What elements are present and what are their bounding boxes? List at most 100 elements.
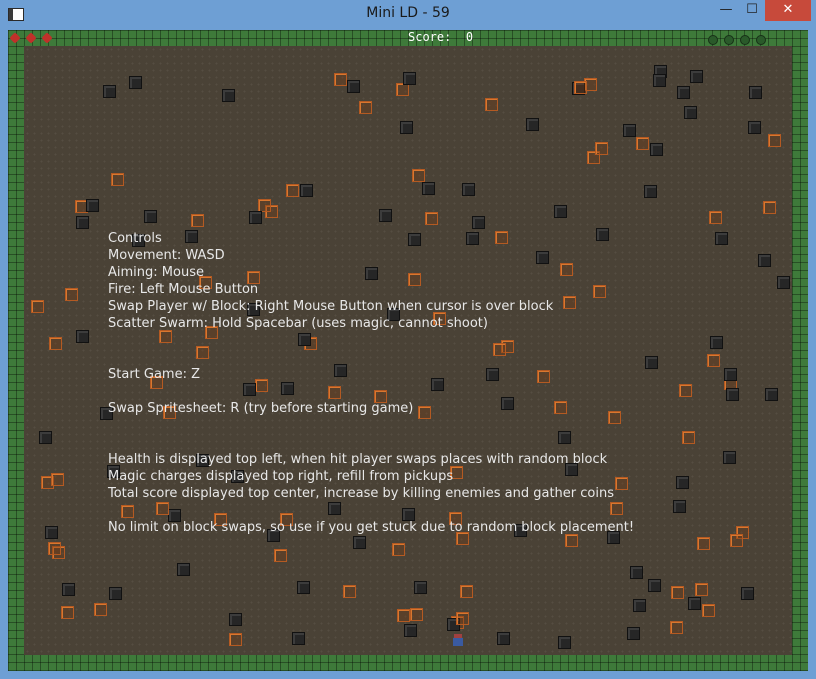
block[interactable] <box>460 585 473 598</box>
block[interactable] <box>404 624 417 637</box>
block[interactable] <box>688 597 701 610</box>
block[interactable] <box>636 137 649 150</box>
block[interactable] <box>274 549 287 562</box>
block[interactable] <box>768 134 781 147</box>
block[interactable] <box>62 583 75 596</box>
block[interactable] <box>229 613 242 626</box>
block[interactable] <box>554 205 567 218</box>
block[interactable] <box>765 388 778 401</box>
block[interactable] <box>763 201 776 214</box>
block[interactable] <box>425 212 438 225</box>
block[interactable] <box>400 121 413 134</box>
block[interactable] <box>676 476 689 489</box>
game-canvas[interactable]: Score: 0 Controls Movement: WASD Aiming: M… <box>8 30 808 671</box>
block[interactable] <box>456 612 469 625</box>
block[interactable] <box>76 330 89 343</box>
block[interactable] <box>741 587 754 600</box>
block[interactable] <box>671 586 684 599</box>
block[interactable] <box>343 585 356 598</box>
block[interactable] <box>627 627 640 640</box>
block[interactable] <box>39 431 52 444</box>
block[interactable] <box>670 621 683 634</box>
block[interactable] <box>574 81 587 94</box>
block[interactable] <box>695 583 708 596</box>
maximize-button[interactable]: ☐ <box>739 0 765 21</box>
block[interactable] <box>353 536 366 549</box>
block[interactable] <box>707 354 720 367</box>
block[interactable] <box>623 124 636 137</box>
block[interactable] <box>697 537 710 550</box>
block[interactable] <box>61 606 74 619</box>
block[interactable] <box>653 74 666 87</box>
block[interactable] <box>526 118 539 131</box>
block[interactable] <box>715 232 728 245</box>
block[interactable] <box>94 603 107 616</box>
block[interactable] <box>103 85 116 98</box>
block[interactable] <box>379 209 392 222</box>
block[interactable] <box>748 121 761 134</box>
block[interactable] <box>222 89 235 102</box>
block[interactable] <box>485 98 498 111</box>
block[interactable] <box>709 211 722 224</box>
block[interactable] <box>403 72 416 85</box>
block[interactable] <box>724 368 737 381</box>
block[interactable] <box>45 526 58 539</box>
block[interactable] <box>49 337 62 350</box>
block[interactable] <box>677 86 690 99</box>
block[interactable] <box>144 210 157 223</box>
block[interactable] <box>702 604 715 617</box>
instructions-text: Controls Movement: WASD Aiming: Mouse Fire:… <box>108 230 634 536</box>
block[interactable] <box>51 473 64 486</box>
block[interactable] <box>397 609 410 622</box>
block[interactable] <box>558 636 571 649</box>
block[interactable] <box>749 86 762 99</box>
block[interactable] <box>730 534 743 547</box>
block[interactable] <box>645 356 658 369</box>
block[interactable] <box>758 254 771 267</box>
minimize-button[interactable]: — <box>713 0 739 21</box>
block[interactable] <box>472 216 485 229</box>
block[interactable] <box>334 73 347 86</box>
block[interactable] <box>679 384 692 397</box>
block[interactable] <box>726 388 739 401</box>
block[interactable] <box>462 183 475 196</box>
block[interactable] <box>48 542 61 555</box>
block[interactable] <box>777 276 790 289</box>
block[interactable] <box>191 214 204 227</box>
block[interactable] <box>633 599 646 612</box>
block[interactable] <box>292 632 305 645</box>
block[interactable] <box>497 632 510 645</box>
block[interactable] <box>359 101 372 114</box>
block[interactable] <box>412 169 425 182</box>
block[interactable] <box>684 106 697 119</box>
block[interactable] <box>392 543 405 556</box>
block[interactable] <box>300 184 313 197</box>
block[interactable] <box>682 431 695 444</box>
block[interactable] <box>422 182 435 195</box>
block[interactable] <box>177 563 190 576</box>
block[interactable] <box>86 199 99 212</box>
block[interactable] <box>650 143 663 156</box>
block[interactable] <box>710 336 723 349</box>
block[interactable] <box>31 300 44 313</box>
block[interactable] <box>673 500 686 513</box>
block[interactable] <box>644 185 657 198</box>
block[interactable] <box>129 76 142 89</box>
block[interactable] <box>286 184 299 197</box>
block[interactable] <box>595 142 608 155</box>
close-button[interactable]: ✕ <box>765 0 811 21</box>
block[interactable] <box>630 566 643 579</box>
block[interactable] <box>76 216 89 229</box>
block[interactable] <box>111 173 124 186</box>
block[interactable] <box>65 288 78 301</box>
block[interactable] <box>229 633 242 646</box>
block[interactable] <box>347 80 360 93</box>
block[interactable] <box>297 581 310 594</box>
block[interactable] <box>249 211 262 224</box>
block[interactable] <box>109 587 122 600</box>
block[interactable] <box>648 579 661 592</box>
block[interactable] <box>410 608 423 621</box>
block[interactable] <box>690 70 703 83</box>
block[interactable] <box>723 451 736 464</box>
block[interactable] <box>414 581 427 594</box>
